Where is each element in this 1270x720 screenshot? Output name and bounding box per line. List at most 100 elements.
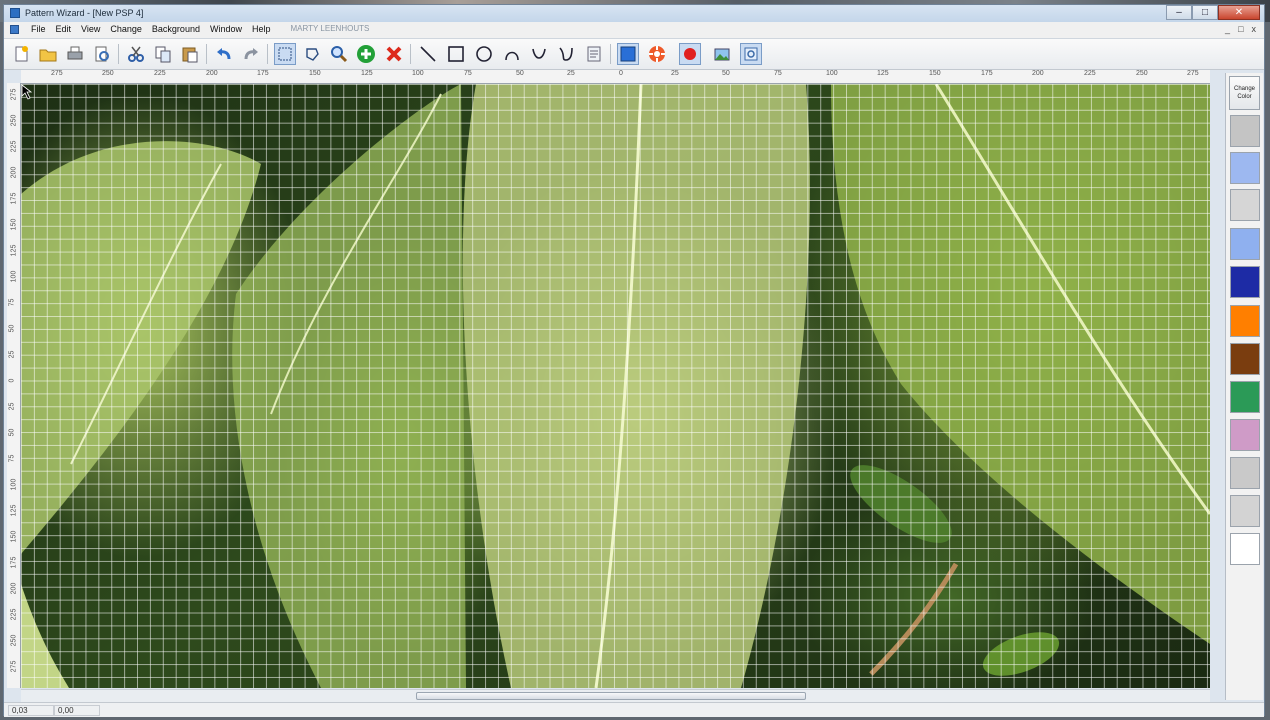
- ruler-label: 225: [10, 140, 18, 153]
- print-icon[interactable]: [64, 43, 86, 65]
- vertical-ruler: 275 250 225 200 175 150 125 100 75 50 25…: [7, 83, 21, 688]
- pattern-grid-overlay: [21, 84, 1210, 688]
- redo-icon[interactable]: [240, 43, 262, 65]
- minimize-button[interactable]: –: [1166, 5, 1192, 20]
- ruler-label: 25: [8, 350, 16, 359]
- color-swatch[interactable]: [1230, 305, 1260, 337]
- color-swatch[interactable]: [1230, 419, 1260, 451]
- zoom-icon[interactable]: [328, 43, 350, 65]
- status-x-coordinate: 0,03: [8, 705, 54, 716]
- menu-file[interactable]: File: [28, 24, 53, 34]
- ruler-label: 225: [154, 70, 166, 77]
- ruler-label: 0: [619, 70, 623, 77]
- color-swatch[interactable]: [1230, 115, 1260, 147]
- color-swatch[interactable]: [1230, 228, 1260, 260]
- color-swatch[interactable]: [1230, 266, 1260, 298]
- curve-tool-icon[interactable]: [528, 43, 550, 65]
- watermark-text: MARTY LEENHOUTS: [290, 24, 370, 33]
- fill-color-icon[interactable]: [617, 43, 639, 65]
- window-controls: – □ ✕: [1166, 5, 1260, 20]
- document-icon[interactable]: [10, 25, 19, 34]
- ruler-label: 100: [10, 270, 18, 283]
- paste-icon[interactable]: [179, 43, 201, 65]
- ruler-label: 50: [8, 428, 16, 437]
- maximize-button[interactable]: □: [1192, 5, 1218, 20]
- color-swatch[interactable]: [1230, 189, 1260, 221]
- ruler-label: 250: [10, 114, 18, 127]
- color-swatch[interactable]: [1230, 381, 1260, 413]
- mouse-cursor-icon: [21, 84, 33, 100]
- color-swatch[interactable]: [1230, 152, 1260, 184]
- close-button[interactable]: ✕: [1218, 5, 1260, 20]
- document-window-controls: _ □ x: [1225, 24, 1256, 34]
- ruler-label: 200: [10, 582, 18, 595]
- delete-node-icon[interactable]: [383, 43, 405, 65]
- ruler-label: 200: [1032, 70, 1044, 77]
- app-icon: [10, 8, 20, 18]
- cut-icon[interactable]: [125, 43, 147, 65]
- lifesaver-icon[interactable]: [646, 43, 668, 65]
- ruler-label: 125: [10, 504, 18, 517]
- menu-edit[interactable]: Edit: [53, 24, 79, 34]
- ruler-label: 100: [412, 70, 424, 77]
- ruler-label: 75: [8, 454, 16, 463]
- add-node-icon[interactable]: [355, 43, 377, 65]
- ruler-label: 100: [826, 70, 838, 77]
- doc-close-button[interactable]: x: [1252, 24, 1257, 34]
- title-bar[interactable]: Pattern Wizard - [New PSP 4] – □ ✕: [4, 5, 1264, 22]
- ruler-label: 175: [981, 70, 993, 77]
- ruler-label: 50: [722, 70, 730, 77]
- color-swatch[interactable]: [1230, 457, 1260, 489]
- lasso-icon[interactable]: [301, 43, 323, 65]
- rectangle-tool-icon[interactable]: [445, 43, 467, 65]
- ruler-label: 175: [10, 192, 18, 205]
- print-preview-icon[interactable]: [91, 43, 113, 65]
- ruler-label: 0: [8, 378, 16, 383]
- status-bar: 0,03 0,00: [4, 702, 1264, 717]
- doc-minimize-button[interactable]: _: [1225, 24, 1230, 34]
- horizontal-scrollbar[interactable]: [21, 689, 1210, 702]
- ruler-label: 200: [206, 70, 218, 77]
- doc-restore-button[interactable]: □: [1238, 24, 1243, 34]
- menu-window[interactable]: Window: [207, 24, 249, 34]
- scrollbar-thumb[interactable]: [416, 692, 806, 700]
- color-palette: Change Color: [1225, 73, 1263, 700]
- app-window: Pattern Wizard - [New PSP 4] – □ ✕ File …: [3, 4, 1265, 717]
- menu-bar: File Edit View Change Background Window …: [4, 22, 1264, 39]
- ruler-label: 150: [929, 70, 941, 77]
- new-file-icon[interactable]: [10, 43, 32, 65]
- ruler-label: 275: [51, 70, 63, 77]
- menu-background[interactable]: Background: [149, 24, 207, 34]
- ruler-label: 125: [361, 70, 373, 77]
- color-swatch[interactable]: [1230, 533, 1260, 565]
- menu-view[interactable]: View: [78, 24, 107, 34]
- undo-icon[interactable]: [213, 43, 235, 65]
- arc-tool-icon[interactable]: [501, 43, 523, 65]
- ruler-label: 225: [10, 608, 18, 621]
- color-swatch[interactable]: [1230, 495, 1260, 527]
- open-folder-icon[interactable]: [37, 43, 59, 65]
- select-rectangle-icon[interactable]: [274, 43, 296, 65]
- color-swatch[interactable]: [1230, 343, 1260, 375]
- ruler-label: 275: [10, 660, 18, 673]
- horizontal-ruler: 275 250 225 200 175 150 125 100 75 50 25…: [21, 70, 1210, 84]
- menu-change[interactable]: Change: [107, 24, 149, 34]
- circle-tool-icon[interactable]: [473, 43, 495, 65]
- background-image-icon[interactable]: [711, 43, 733, 65]
- bezier-tool-icon[interactable]: [555, 43, 577, 65]
- ruler-label: 25: [567, 70, 575, 77]
- ruler-label: 150: [10, 218, 18, 231]
- copy-icon[interactable]: [152, 43, 174, 65]
- toolbar-separator: [206, 44, 207, 64]
- toolbar-separator: [610, 44, 611, 64]
- ruler-label: 150: [10, 530, 18, 543]
- menu-help[interactable]: Help: [249, 24, 278, 34]
- line-tool-icon[interactable]: [417, 43, 439, 65]
- ruler-label: 75: [464, 70, 472, 77]
- ruler-label: 250: [10, 634, 18, 647]
- record-icon[interactable]: [679, 43, 701, 65]
- properties-icon[interactable]: [583, 43, 605, 65]
- pattern-canvas[interactable]: [21, 84, 1210, 688]
- change-color-button[interactable]: Change Color: [1229, 76, 1260, 110]
- fit-view-icon[interactable]: [740, 43, 762, 65]
